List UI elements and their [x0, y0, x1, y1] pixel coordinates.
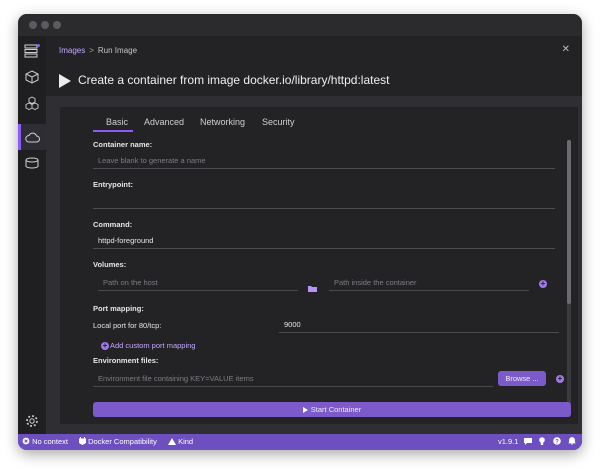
start-container-label: Start Container — [310, 405, 362, 414]
environment-file-input[interactable]: Environment file containing KEY=VALUE it… — [93, 371, 493, 387]
svg-text:?: ? — [555, 439, 559, 445]
add-env-file-plus-circle-icon[interactable]: + — [556, 375, 564, 383]
folder-icon[interactable] — [308, 279, 317, 297]
play-icon — [302, 407, 308, 414]
plug-icon — [78, 437, 87, 445]
window-close-dot[interactable] — [29, 21, 37, 29]
warning-icon — [168, 438, 176, 445]
scrollbar-thumb[interactable] — [567, 140, 571, 304]
command-label: Command: — [93, 220, 133, 229]
local-port-input[interactable]: 9000 — [279, 317, 559, 333]
entrypoint-input[interactable] — [93, 193, 555, 209]
docker-compatibility-label: Docker Compatibility — [88, 437, 157, 446]
no-context-item[interactable]: No context — [22, 437, 68, 446]
context-icon — [22, 437, 30, 445]
chat-icon[interactable] — [524, 437, 532, 447]
sidebar-active-indicator — [18, 124, 21, 150]
breadcrumb-images-link[interactable]: Images — [59, 46, 85, 55]
help-icon[interactable]: ? — [553, 437, 561, 447]
local-port-label: Local port for 80/tcp: — [93, 321, 162, 330]
no-context-label: No context — [32, 437, 68, 446]
tab-bar: Basic Advanced Networking Security — [60, 107, 578, 132]
add-port-plus-circle-icon[interactable]: + — [101, 342, 109, 350]
bell-icon[interactable] — [568, 437, 576, 447]
volumes-icon[interactable] — [23, 154, 41, 172]
volumes-label: Volumes: — [93, 260, 127, 269]
page-title: Create a container from image docker.io/… — [78, 73, 390, 87]
tab-networking[interactable]: Networking — [200, 117, 245, 127]
container-name-input[interactable]: Leave blank to generate a name — [93, 153, 555, 169]
pods-icon[interactable] — [23, 94, 41, 112]
breadcrumb-separator: > — [89, 46, 94, 55]
lightbulb-icon[interactable] — [539, 437, 545, 447]
container-name-label: Container name: — [93, 140, 153, 149]
container-icon[interactable] — [23, 68, 41, 86]
port-mapping-label: Port mapping: — [93, 304, 144, 313]
tab-basic[interactable]: Basic — [106, 117, 128, 127]
volume-host-path-input[interactable]: Path on the host — [98, 275, 298, 291]
form-panel: Basic Advanced Networking Security Conta… — [60, 107, 578, 424]
close-icon[interactable]: ✕ — [562, 44, 570, 55]
window-zoom-dot[interactable] — [53, 21, 61, 29]
volume-container-path-input[interactable]: Path inside the container — [329, 275, 529, 291]
environment-files-label: Environment files: — [93, 356, 159, 365]
browse-button[interactable]: Browse ... — [498, 371, 546, 386]
tab-active-underline — [93, 130, 133, 132]
settings-icon[interactable] — [23, 412, 41, 430]
status-bar: No context Docker Compatibility Kind v1.… — [18, 434, 582, 450]
command-input[interactable]: httpd-foreground — [93, 233, 555, 249]
dashboard-icon[interactable] — [23, 42, 41, 60]
sidebar — [18, 36, 46, 434]
add-custom-port-mapping-link[interactable]: Add custom port mapping — [110, 341, 195, 350]
page-header: Images > Run Image ✕ Create a container fr… — [46, 36, 582, 96]
images-icon[interactable] — [23, 128, 41, 146]
start-container-button[interactable]: Start Container — [93, 402, 571, 417]
window-titlebar — [18, 14, 582, 36]
breadcrumb-current: Run Image — [97, 46, 138, 55]
play-icon — [59, 74, 71, 88]
docker-compatibility-item[interactable]: Docker Compatibility — [78, 437, 157, 446]
tab-security[interactable]: Security — [262, 117, 295, 127]
main-content: Basic Advanced Networking Security Conta… — [46, 96, 582, 434]
version-label: v1.9.1 — [498, 437, 519, 446]
kind-label: Kind — [178, 437, 194, 446]
kind-item[interactable]: Kind — [168, 437, 193, 446]
entrypoint-label: Entrypoint: — [93, 180, 133, 189]
tab-advanced[interactable]: Advanced — [144, 117, 184, 127]
add-volume-plus-circle-icon[interactable]: + — [539, 280, 547, 288]
app-window: Images > Run Image ✕ Create a container fr… — [18, 14, 582, 450]
window-minimize-dot[interactable] — [41, 21, 49, 29]
breadcrumb: Images > Run Image — [59, 46, 137, 55]
